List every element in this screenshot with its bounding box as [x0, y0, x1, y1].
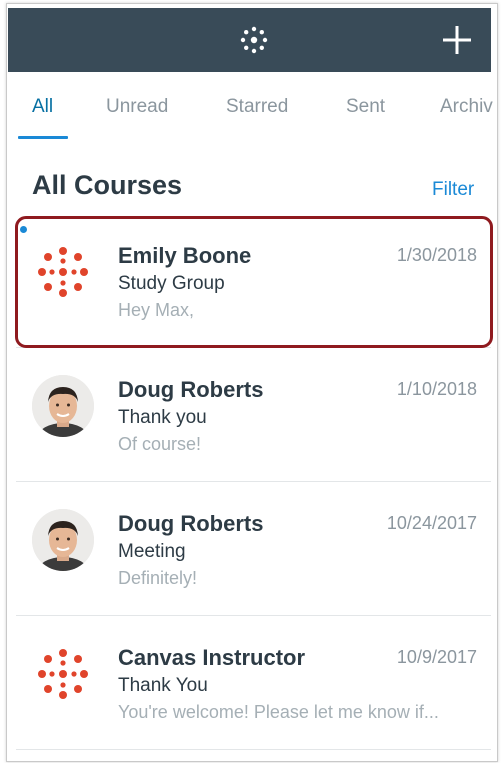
canvas-logo-icon — [240, 26, 268, 54]
conversation-row[interactable]: Emily Boone Study Group Hey Max, 1/30/20… — [8, 216, 491, 348]
tab-archived[interactable]: Archiv — [440, 96, 493, 118]
tab-unread[interactable]: Unread — [106, 96, 168, 118]
tab-all[interactable]: All — [32, 96, 53, 118]
sender-name: Canvas Instructor — [118, 645, 306, 670]
row-divider — [16, 749, 491, 750]
message-preview: Definitely! — [118, 568, 198, 588]
conversation-row[interactable]: Doug Roberts Thank you Of course! 1/10/2… — [8, 350, 491, 482]
row-divider — [16, 615, 491, 616]
conversation-date: 1/10/2018 — [396, 379, 477, 399]
user-photo-icon — [32, 375, 94, 437]
tab-sent[interactable]: Sent — [346, 96, 385, 118]
conversation-subject: Study Group — [118, 273, 225, 294]
conversation-subject: Thank you — [118, 407, 207, 428]
message-preview: Of course! — [118, 434, 202, 454]
message-preview: Hey Max, — [118, 300, 195, 320]
sender-name: Doug Roberts — [118, 377, 264, 402]
conversation-subject: Thank You — [118, 675, 208, 696]
conversation-subject: Meeting — [118, 541, 186, 562]
nav-bar — [8, 8, 491, 72]
unread-indicator — [20, 226, 27, 233]
filter-button[interactable]: Filter — [432, 179, 474, 201]
canvas-logo-icon — [38, 247, 88, 297]
compose-plus-icon[interactable] — [442, 25, 472, 55]
user-photo-icon — [32, 509, 94, 571]
row-divider — [16, 481, 491, 482]
conversation-date: 1/30/2018 — [396, 245, 477, 265]
mailbox-tabs: All Unread Starred Sent Archiv — [8, 72, 493, 140]
canvas-logo-icon — [38, 649, 88, 699]
section-title: All Courses — [32, 170, 183, 200]
message-preview: You're welcome! Please let me know if... — [118, 702, 439, 722]
row-divider — [16, 347, 491, 348]
tab-starred[interactable]: Starred — [226, 96, 288, 118]
conversation-row[interactable]: Canvas Instructor Thank You You're welco… — [8, 618, 491, 750]
active-tab-indicator — [18, 136, 68, 139]
avatar — [32, 509, 94, 571]
sender-name: Emily Boone — [118, 243, 252, 268]
conversation-date: 10/9/2017 — [396, 647, 477, 667]
sender-name: Doug Roberts — [118, 511, 264, 536]
conversation-date: 10/24/2017 — [386, 513, 477, 533]
conversation-row[interactable]: Doug Roberts Meeting Definitely! 10/24/2… — [8, 484, 491, 616]
avatar — [32, 375, 94, 437]
